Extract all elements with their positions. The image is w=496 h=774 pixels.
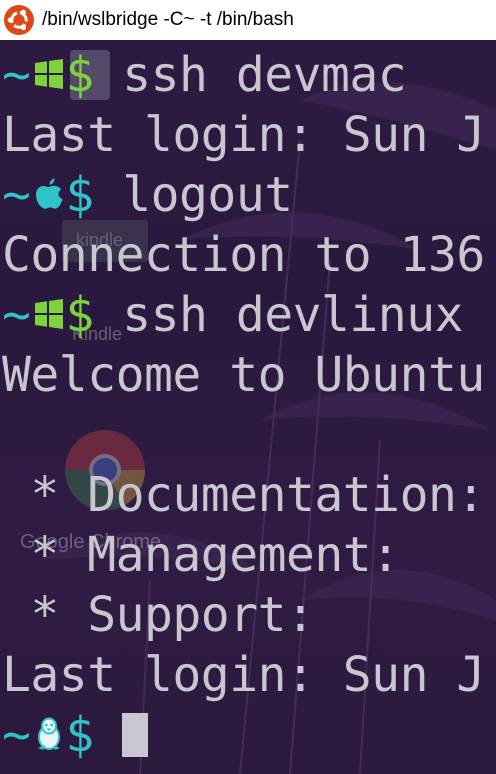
output-line: Last login: Sun J — [2, 107, 485, 163]
output-line: * Management: — [2, 527, 400, 583]
title-bar[interactable]: /bin/wslbridge -C~ -t /bin/bash — [0, 0, 496, 40]
windows-icon — [34, 297, 64, 331]
window-title: /bin/wslbridge -C~ -t /bin/bash — [42, 9, 294, 30]
output-line: Welcome to Ubuntu — [2, 347, 485, 403]
prompt-line: ~ $ ssh devmac — [2, 45, 407, 105]
prompt-dollar: $ — [65, 287, 94, 343]
prompt-tilde: ~ — [2, 47, 31, 103]
prompt-tilde: ~ — [2, 167, 31, 223]
prompt-tilde: ~ — [2, 707, 31, 763]
prompt-dollar: $ — [65, 167, 94, 223]
command-text: logout — [122, 167, 293, 223]
command-text: ssh devmac — [122, 47, 407, 103]
terminal-output[interactable]: ~ $ ssh devmac Last login: Sun J ~ $ logout C… — [0, 40, 496, 774]
ubuntu-logo-icon — [4, 5, 34, 35]
prompt-line: ~ $ — [2, 705, 149, 765]
prompt-line: ~ $ ssh devlinux — [2, 285, 463, 345]
output-line: * Documentation: — [2, 467, 485, 523]
command-text: ssh devlinux — [122, 287, 463, 343]
linux-tux-icon — [34, 717, 64, 751]
prompt-dollar: $ — [65, 47, 94, 103]
output-line: Last login: Sun J — [2, 647, 485, 703]
output-line: * Support: — [2, 587, 315, 643]
prompt-line: ~ $ logout — [2, 165, 293, 225]
terminal-window: /bin/wslbridge -C~ -t /bin/bash kindle K… — [0, 0, 496, 774]
prompt-tilde: ~ — [2, 287, 31, 343]
output-line: Connection to 136 — [2, 227, 485, 283]
text-cursor[interactable] — [122, 713, 149, 757]
apple-icon — [34, 177, 64, 211]
prompt-dollar: $ — [65, 707, 94, 763]
windows-icon — [34, 57, 64, 91]
